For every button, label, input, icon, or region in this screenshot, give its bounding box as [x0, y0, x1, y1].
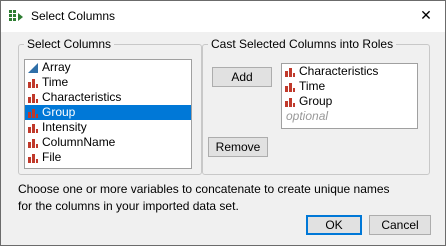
- instruction-text: Choose one or more variables to concaten…: [18, 182, 390, 213]
- column-list-item-label: Array: [42, 60, 71, 74]
- cancel-button[interactable]: Cancel: [369, 215, 431, 235]
- continuous-column-icon: [28, 62, 38, 73]
- column-list-item-label: Intensity: [42, 120, 87, 134]
- column-list-item-label: Time: [42, 75, 69, 89]
- column-list-item[interactable]: Characteristics: [25, 90, 191, 105]
- role-list-item-label: Characteristics: [299, 64, 379, 78]
- column-list-item-label: Characteristics: [42, 90, 122, 104]
- column-list-item-label: Group: [42, 105, 76, 119]
- column-list-item-label: File: [42, 150, 62, 164]
- cast-roles-label: Cast Selected Columns into Roles: [211, 37, 394, 51]
- column-list-item[interactable]: Group: [25, 105, 191, 120]
- select-columns-dialog: Select Columns ✕ Select Columns Array Tim…: [0, 0, 446, 246]
- nominal-column-icon: [28, 108, 38, 118]
- title-bar: Select Columns ✕: [1, 1, 445, 32]
- role-list-item[interactable]: Characteristics: [282, 64, 417, 79]
- nominal-column-icon: [285, 97, 295, 107]
- nominal-column-icon: [28, 93, 38, 103]
- column-list-item-label: ColumnName: [42, 135, 116, 149]
- nominal-column-icon: [28, 138, 38, 148]
- roles-placeholder: optional: [286, 109, 329, 123]
- role-list-item-label: Time: [299, 79, 326, 93]
- column-list-item[interactable]: File: [25, 150, 191, 165]
- app-icon: [9, 10, 23, 21]
- add-button[interactable]: Add: [212, 67, 272, 87]
- window-title: Select Columns: [31, 9, 116, 23]
- nominal-column-icon: [285, 82, 295, 92]
- nominal-column-icon: [285, 67, 295, 77]
- nominal-column-icon: [28, 78, 38, 88]
- nominal-column-icon: [28, 153, 38, 163]
- column-list-item[interactable]: ColumnName: [25, 135, 191, 150]
- role-list-item[interactable]: Group: [282, 94, 417, 109]
- columns-listbox[interactable]: Array Time Characteristics Group Intensity Co…: [24, 59, 192, 169]
- role-list-item-label: Group: [299, 94, 333, 108]
- select-columns-label: Select Columns: [27, 37, 112, 51]
- remove-button[interactable]: Remove: [208, 137, 268, 157]
- role-list-item[interactable]: Time: [282, 79, 417, 94]
- close-button[interactable]: ✕: [413, 4, 439, 28]
- column-list-item[interactable]: Intensity: [25, 120, 191, 135]
- column-list-item[interactable]: Time: [25, 75, 191, 90]
- roles-listbox[interactable]: Characteristics Time Group optional: [281, 63, 418, 129]
- nominal-column-icon: [28, 123, 38, 133]
- column-list-item[interactable]: Array: [25, 60, 191, 75]
- ok-button[interactable]: OK: [306, 215, 362, 235]
